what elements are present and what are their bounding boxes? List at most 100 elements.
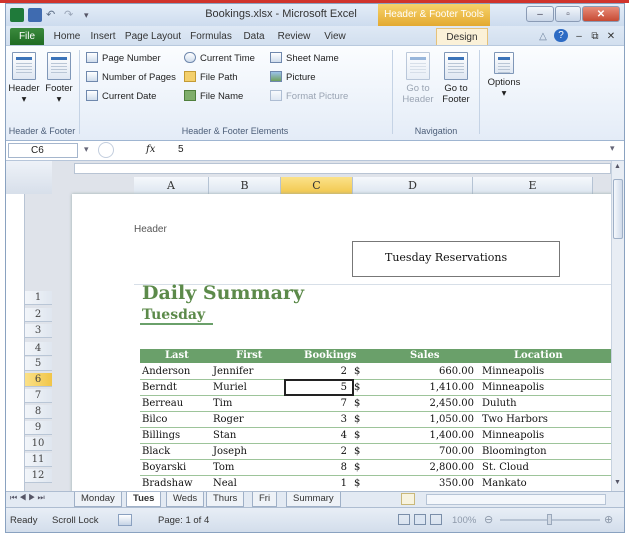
minimize-button[interactable]: – xyxy=(526,6,554,22)
cell-cur[interactable]: $ xyxy=(354,446,360,457)
cell-first[interactable]: Muriel xyxy=(213,382,247,393)
row-header-6[interactable]: 6 xyxy=(24,373,52,387)
tab-view[interactable]: View xyxy=(320,28,350,45)
row-header-9[interactable]: 9 xyxy=(24,421,52,435)
row-header-2[interactable]: 2 xyxy=(24,308,52,322)
cell-first[interactable]: Roger xyxy=(213,414,244,425)
cell-bookings[interactable]: 2 xyxy=(285,446,347,457)
cell-first[interactable]: Joseph xyxy=(213,446,247,457)
help-icon[interactable]: ? xyxy=(554,29,568,42)
column-header-a[interactable]: A xyxy=(134,177,209,195)
cell-last[interactable]: Bradshaw xyxy=(142,478,193,489)
page-layout-view-icon[interactable] xyxy=(414,514,426,525)
column-header-b[interactable]: B xyxy=(209,177,281,195)
row-header-12[interactable]: 12 xyxy=(24,469,52,483)
cell-location[interactable]: Duluth xyxy=(482,398,517,409)
center-header-box[interactable]: Tuesday Reservations xyxy=(352,241,560,277)
cell-last[interactable]: Black xyxy=(142,446,170,457)
cell-cur[interactable]: $ xyxy=(354,382,360,393)
insert-function-button[interactable]: fx xyxy=(146,144,155,155)
doc-close-icon[interactable]: ✕ xyxy=(605,28,617,45)
name-box[interactable]: C6 xyxy=(8,143,78,158)
cell-cur[interactable]: $ xyxy=(354,478,360,489)
cell-sales[interactable]: 700.00 xyxy=(364,446,474,457)
options-button[interactable]: Options ▾ xyxy=(484,52,524,99)
number-of-pages-button[interactable]: Number of Pages xyxy=(86,71,176,85)
name-box-dropdown-icon[interactable]: ▾ xyxy=(84,144,89,155)
sheet-tab-weds[interactable]: Weds xyxy=(166,492,205,507)
undo-icon[interactable]: ↶ xyxy=(46,8,60,22)
cell-bookings[interactable]: 7 xyxy=(285,398,347,409)
ribbon-collapse-icon[interactable]: △ xyxy=(536,28,550,45)
tab-page-layout[interactable]: Page Layout xyxy=(124,28,182,45)
cell-first[interactable]: Tom xyxy=(213,462,234,473)
maximize-button[interactable]: ▫ xyxy=(555,6,581,22)
header-button[interactable]: Header ▾ xyxy=(8,52,40,105)
active-cell-selection[interactable] xyxy=(284,379,354,396)
cell-bookings[interactable]: 1 xyxy=(285,478,347,489)
cell-sales[interactable]: 2,450.00 xyxy=(364,398,474,409)
page-number-button[interactable]: Page Number xyxy=(86,52,161,66)
page-break-view-icon[interactable] xyxy=(430,514,442,525)
vertical-scrollbar[interactable]: ▲ ▼ xyxy=(611,161,624,491)
customize-qat-icon[interactable]: ▾ xyxy=(84,8,98,22)
doc-minimize-icon[interactable]: – xyxy=(573,28,585,45)
cell-bookings[interactable]: 3 xyxy=(285,414,347,425)
tab-design[interactable]: Design xyxy=(436,28,488,45)
column-header-d[interactable]: D xyxy=(353,177,473,195)
normal-view-icon[interactable] xyxy=(398,514,410,525)
sheet-tab-thurs[interactable]: Thurs xyxy=(206,492,245,507)
column-header-c[interactable]: C xyxy=(281,177,353,195)
cell-sales[interactable]: 660.00 xyxy=(364,366,474,377)
cell-first[interactable]: Tim xyxy=(213,398,232,409)
doc-restore-icon[interactable]: ⧉ xyxy=(589,28,601,45)
cell-location[interactable]: Minneapolis xyxy=(482,430,544,441)
row-header-8[interactable]: 8 xyxy=(24,405,52,419)
cell-cur[interactable]: $ xyxy=(354,462,360,473)
scroll-thumb[interactable] xyxy=(613,179,623,239)
cell-sales[interactable]: 2,800.00 xyxy=(364,462,474,473)
file-path-button[interactable]: File Path xyxy=(184,71,238,85)
sheet-tab-fri[interactable]: Fri xyxy=(252,492,278,507)
insert-worksheet-icon[interactable] xyxy=(401,493,415,505)
cell-location[interactable]: Minneapolis xyxy=(482,382,544,393)
column-header-e[interactable]: E xyxy=(473,177,593,195)
scroll-up-icon[interactable]: ▲ xyxy=(614,163,623,173)
goto-footer-button[interactable]: Go to Footer xyxy=(438,52,474,105)
cell-cur[interactable]: $ xyxy=(354,366,360,377)
row-header-3[interactable]: 3 xyxy=(24,324,52,338)
sheet-tab-tues[interactable]: Tues xyxy=(126,492,162,507)
format-picture-button[interactable]: Format Picture xyxy=(270,90,348,104)
goto-header-button[interactable]: Go to Header xyxy=(400,52,436,105)
cell-last[interactable]: Bilco xyxy=(142,414,167,425)
close-button[interactable]: ✕ xyxy=(582,6,620,22)
cell-sales[interactable]: 1,050.00 xyxy=(364,414,474,425)
row-header-5[interactable]: 5 xyxy=(24,357,52,371)
current-time-button[interactable]: Current Time xyxy=(184,52,255,66)
picture-button[interactable]: Picture xyxy=(270,71,316,85)
cell-first[interactable]: Jennifer xyxy=(213,366,253,377)
tab-review[interactable]: Review xyxy=(274,28,314,45)
zoom-out-icon[interactable]: ⊖ xyxy=(484,513,493,526)
current-date-button[interactable]: Current Date xyxy=(86,90,156,104)
cell-location[interactable]: Bloomington xyxy=(482,446,547,457)
tab-data[interactable]: Data xyxy=(240,28,268,45)
save-icon[interactable] xyxy=(28,8,42,22)
cell-location[interactable]: Mankato xyxy=(482,478,527,489)
tab-insert[interactable]: Insert xyxy=(86,28,120,45)
sheet-name-button[interactable]: Sheet Name xyxy=(270,52,339,66)
footer-button[interactable]: Footer ▾ xyxy=(43,52,75,105)
cell-sales[interactable]: 1,400.00 xyxy=(364,430,474,441)
formula-bar-resize-icon[interactable] xyxy=(98,142,114,158)
row-header-7[interactable]: 7 xyxy=(24,389,52,403)
formula-input[interactable]: 5 xyxy=(178,144,184,155)
cell-location[interactable]: St. Cloud xyxy=(482,462,529,473)
tab-formulas[interactable]: Formulas xyxy=(188,28,234,45)
zoom-slider-thumb[interactable] xyxy=(547,514,552,525)
cell-sales[interactable]: 1,410.00 xyxy=(364,382,474,393)
sheet-nav-icons[interactable]: ⏮◀▶⏭ xyxy=(10,493,47,503)
cell-location[interactable]: Minneapolis xyxy=(482,366,544,377)
cell-bookings[interactable]: 8 xyxy=(285,462,347,473)
cell-bookings[interactable]: 2 xyxy=(285,366,347,377)
cell-last[interactable]: Billings xyxy=(142,430,180,441)
